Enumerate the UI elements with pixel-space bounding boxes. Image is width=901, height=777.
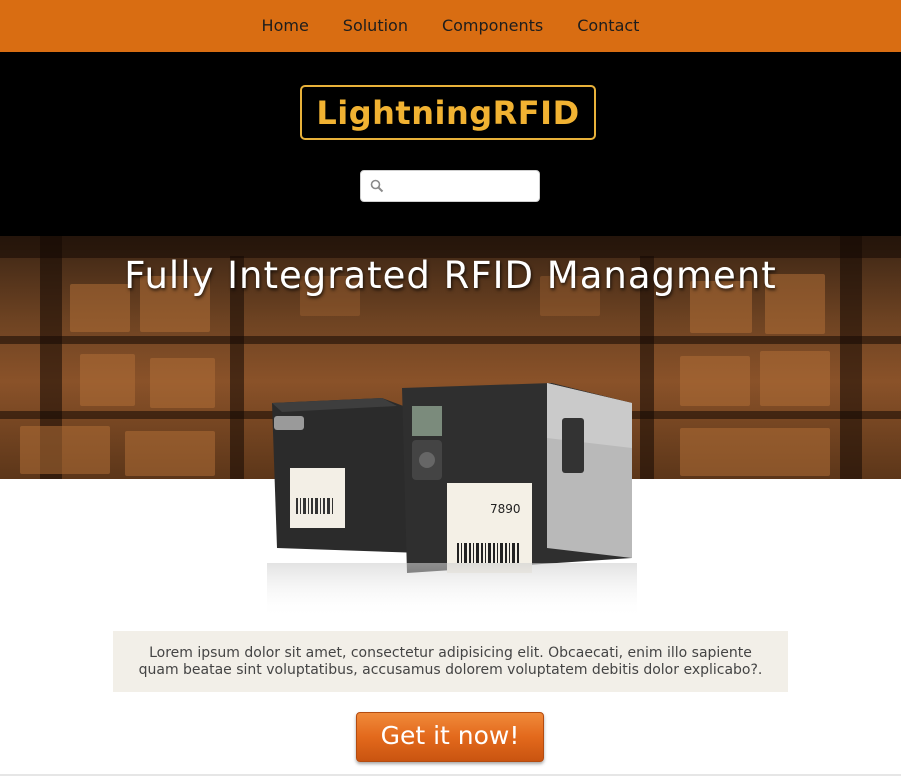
hero-title: Fully Integrated RFID Managment — [124, 254, 777, 297]
search-box — [360, 170, 540, 202]
description-text: Lorem ipsum dolor sit amet, consectetur … — [138, 645, 763, 678]
search-input[interactable] — [389, 175, 538, 199]
search-icon — [370, 179, 384, 193]
printers-image: 7890 — [267, 383, 637, 618]
site-logo[interactable]: LightningRFID — [300, 85, 596, 140]
get-it-now-button[interactable]: Get it now! — [356, 712, 544, 762]
description-box: Lorem ipsum dolor sit amet, consectetur … — [113, 631, 788, 692]
nav-components-link[interactable]: Components — [425, 0, 560, 52]
site-header: LightningRFID — [0, 52, 901, 236]
bottom-divider — [0, 774, 901, 776]
nav-home-link[interactable]: Home — [245, 0, 326, 52]
top-nav: Home Solution Components Contact — [0, 0, 901, 53]
nav-contact-link[interactable]: Contact — [560, 0, 656, 52]
nav-solution-link[interactable]: Solution — [326, 0, 425, 52]
logo-text: LightningRFID — [316, 93, 580, 132]
printer-label-code: 7890 — [490, 502, 521, 516]
